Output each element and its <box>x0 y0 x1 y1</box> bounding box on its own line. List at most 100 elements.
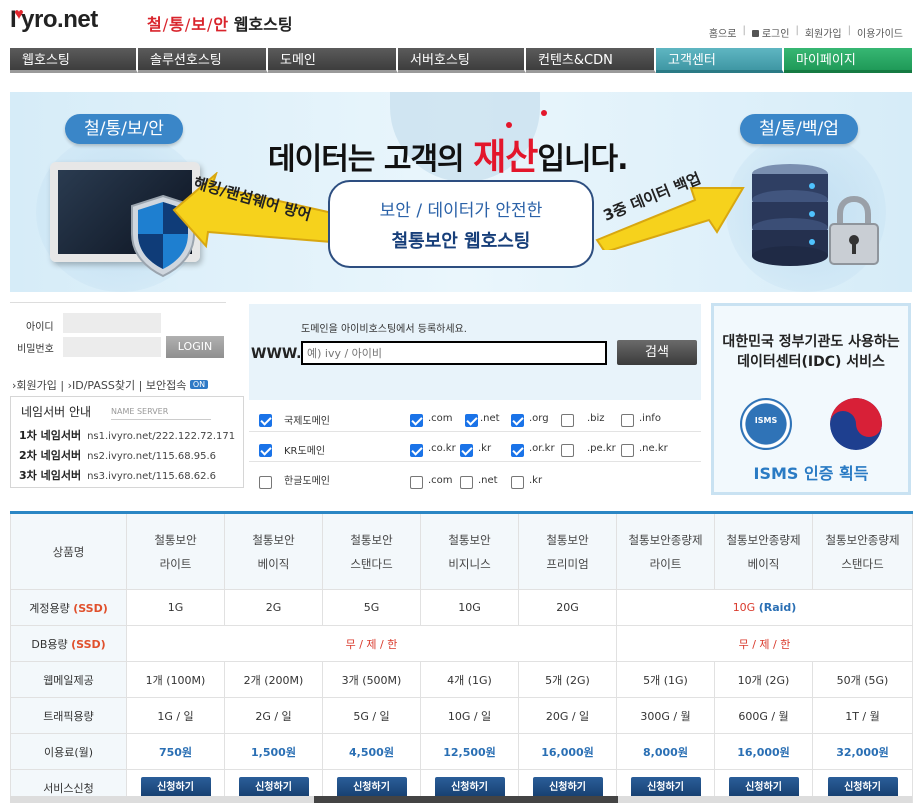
intl-group-checkbox[interactable] <box>259 414 272 427</box>
apply-button[interactable]: 신청하기 <box>827 777 898 798</box>
main-nav: 웹호스팅 솔루션호스팅 도메인 서버호스팅 컨텐츠&CDN 고객센터 마이페이지 <box>10 48 912 73</box>
nav-mypage[interactable]: 마이페이지 <box>784 48 912 73</box>
tld-checkbox[interactable] <box>410 414 423 427</box>
tld-label: .co.kr <box>428 443 456 454</box>
table-cell: 10G / 일 <box>420 697 519 734</box>
tld-group-label: KR도메인 <box>284 446 326 457</box>
tld-checkbox[interactable] <box>621 414 634 427</box>
table-cell: 10G (Raid) <box>616 589 913 626</box>
tld-checkbox[interactable] <box>460 476 473 489</box>
signup-link[interactable]: ›회원가입 <box>12 379 57 392</box>
price-cell: 12,500원 <box>420 733 519 770</box>
home-link[interactable]: 홈으로 <box>703 25 743 40</box>
headline-pre: 데이터는 고객의 <box>268 142 474 177</box>
price-cell: 8,000원 <box>616 733 715 770</box>
tld-checkbox[interactable] <box>511 414 524 427</box>
tagline-part: 철 <box>147 15 162 34</box>
product-line: 비지니스 <box>448 556 491 571</box>
domain-search-button[interactable]: 검색 <box>617 340 697 365</box>
table-header-row: 상품명 철통보안 라이트 철통보안 베이직 철통보안 스탠다드 철통보안 비지니스 철통… <box>10 512 913 590</box>
ns-label: 2차 네임서버 <box>19 449 82 462</box>
guide-link[interactable]: 이용가이드 <box>851 25 909 40</box>
tld-checkbox[interactable] <box>621 444 634 457</box>
apply-button[interactable]: 신청하기 <box>140 777 211 798</box>
signup-link[interactable]: 회원가입 <box>799 25 848 40</box>
tld-checkbox[interactable] <box>410 476 423 489</box>
tld-checkbox[interactable] <box>511 476 524 489</box>
table-row-db: DB용량 (SSD) 무 / 제 / 한 무 / 제 / 한 <box>10 625 913 662</box>
tld-checkbox[interactable] <box>511 444 524 457</box>
password-input[interactable] <box>63 337 161 357</box>
headline-post: 입니다. <box>537 142 628 177</box>
login-links: ›회원가입 | ›ID/PASS찾기 | 보안접속 ON <box>12 377 209 393</box>
on-badge: ON <box>189 380 209 389</box>
nav-domain[interactable]: 도메인 <box>268 48 398 73</box>
tagline-rest: 웹호스팅 <box>233 15 293 34</box>
seal-text: ISMS <box>754 416 778 425</box>
nav-web-hosting[interactable]: 웹호스팅 <box>10 48 138 73</box>
find-idpass-link[interactable]: ›ID/PASS찾기 <box>68 379 136 392</box>
id-input[interactable] <box>63 313 161 333</box>
banner-headline: 데이터는 고객의 재산입니다. <box>268 128 629 180</box>
product-header: 철통보안 스탠다드 <box>322 512 421 590</box>
product-line: 라이트 <box>159 556 192 571</box>
table-row-fee: 이용료(월) 750원 1,500원 4,500원 12,500원 16,000… <box>10 733 913 770</box>
tld-label: .or.kr <box>529 443 555 454</box>
ns-value: ns1.ivyro.net/222.122.72.171 <box>87 431 236 442</box>
tagline-sep: / <box>184 15 191 34</box>
divider: | <box>60 379 65 392</box>
table-cell: 무 / 제 / 한 <box>126 625 617 662</box>
nav-solution-hosting[interactable]: 솔루션호스팅 <box>138 48 268 73</box>
spark-icon <box>541 110 547 116</box>
product-line: 라이트 <box>649 556 682 571</box>
ssd-tag: (SSD) <box>73 601 108 615</box>
table-cell: 20G <box>518 589 617 626</box>
apply-button[interactable]: 신청하기 <box>434 777 505 798</box>
table-cell: 1개 (100M) <box>126 661 225 698</box>
product-header: 철통보안 프리미엄 <box>518 512 617 590</box>
lock-icon <box>751 30 759 37</box>
table-cell: 1G / 일 <box>126 697 225 734</box>
tld-checkbox[interactable] <box>410 444 423 457</box>
table-cell: 20G / 일 <box>518 697 617 734</box>
tld-checkbox[interactable] <box>561 444 574 457</box>
product-line: 스탠다드 <box>350 556 393 571</box>
apply-button[interactable]: 신청하기 <box>630 777 701 798</box>
tld-checkbox[interactable] <box>465 414 478 427</box>
row-label: DB용량 (SSD) <box>10 625 127 662</box>
secure-login-link[interactable]: 보안접속 ON <box>145 379 209 392</box>
tld-label: .net <box>480 413 500 424</box>
isms-cert: ISMS 인증 획득 <box>753 464 869 483</box>
apply-button[interactable]: 신청하기 <box>238 777 309 798</box>
table-cell: 5G / 일 <box>322 697 421 734</box>
apply-button[interactable]: 신청하기 <box>336 777 407 798</box>
taegeuk-icon <box>830 398 882 450</box>
price-cell: 1,500원 <box>224 733 323 770</box>
nav-customer-center[interactable]: 고객센터 <box>656 48 784 73</box>
product-line: 프리미엄 <box>546 556 589 571</box>
kr-group-checkbox[interactable] <box>259 444 272 457</box>
nameserver-title-en: NAME SERVER <box>111 407 169 416</box>
hangul-group-checkbox[interactable] <box>259 476 272 489</box>
nav-server-hosting[interactable]: 서버호스팅 <box>398 48 526 73</box>
backup-pill: 철/통/백/업 <box>740 114 858 144</box>
login-button[interactable]: LOGIN <box>166 336 224 358</box>
domain-input[interactable] <box>301 341 607 365</box>
apply-button[interactable]: 신청하기 <box>532 777 603 798</box>
hero-banner[interactable]: 철/통/보/안 철/통/백/업 해킹/랜섬웨어 방어 3중 데이터 백업 데이터 <box>10 92 912 292</box>
secure-link-label: 보안접속 <box>145 379 187 392</box>
nameserver-row: 2차 네임서버 ns2.ivyro.net/115.68.95.6 <box>19 447 216 463</box>
tld-group-intl: 국제도메인 .com .net .org .biz .info <box>249 404 701 432</box>
isms-banner[interactable]: 대한민국 정부기관도 사용하는 데이터센터(IDC) 서비스 ISMS ISMS… <box>711 303 911 495</box>
tld-checkbox[interactable] <box>460 444 473 457</box>
nav-contents-cdn[interactable]: 컨텐츠&CDN <box>526 48 656 73</box>
product-header: 철통보안종량제 스탠다드 <box>812 512 913 590</box>
apply-button[interactable]: 신청하기 <box>728 777 799 798</box>
site-logo[interactable]: I♥yro.net <box>10 6 98 34</box>
tld-checkbox[interactable] <box>561 414 574 427</box>
tld-label: .kr <box>529 475 543 486</box>
login-link[interactable]: 로그인 <box>746 25 796 40</box>
site-tagline: 철/통/보/안 웹호스팅 <box>147 11 293 35</box>
nameserver-title: 네임서버 안내 <box>21 405 92 419</box>
table-cell: 무 / 제 / 한 <box>616 625 913 662</box>
